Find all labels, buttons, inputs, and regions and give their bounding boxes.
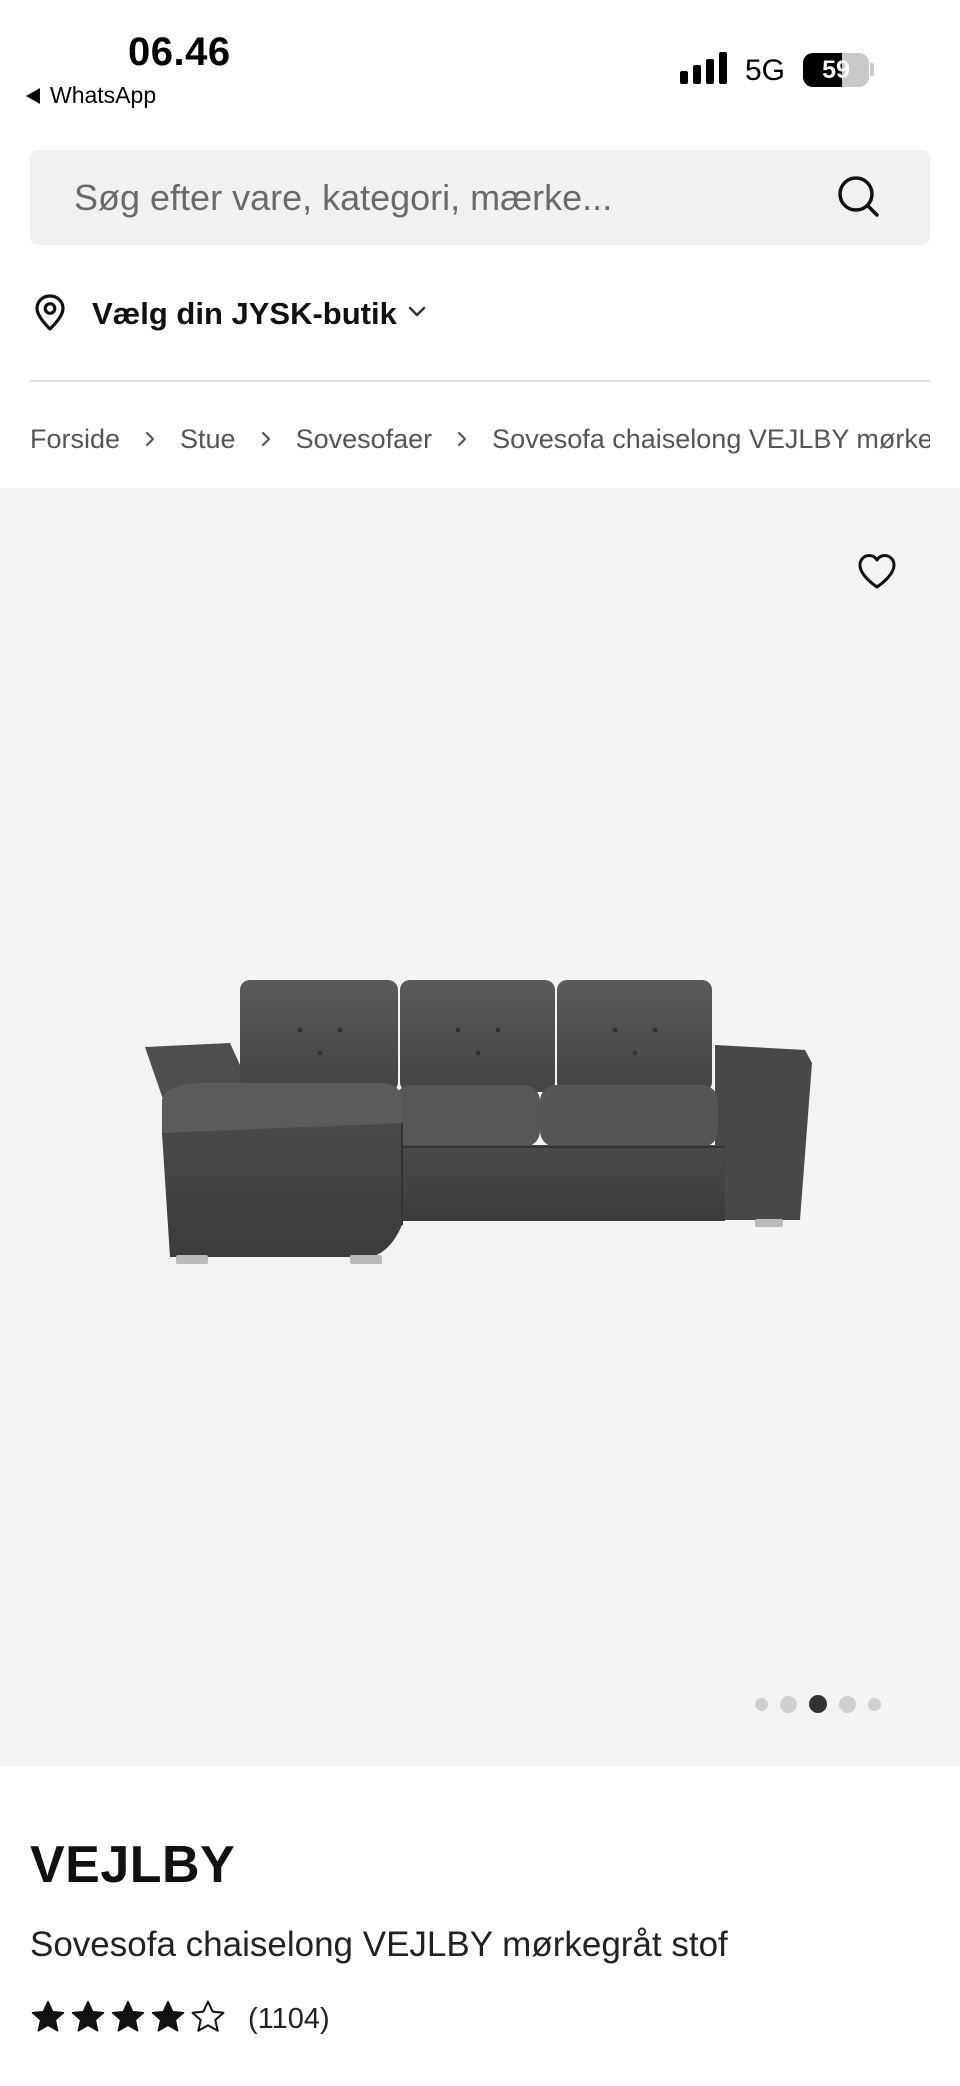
gallery-pagination bbox=[755, 1695, 881, 1713]
product-rating[interactable]: (1104) bbox=[30, 1996, 330, 2042]
status-time: 06.46 bbox=[128, 30, 231, 74]
star-filled-icon bbox=[30, 1999, 66, 2040]
chevron-down-icon bbox=[407, 305, 427, 324]
chevron-right-icon bbox=[456, 430, 468, 448]
search-bar bbox=[30, 150, 930, 245]
product-image-sofa bbox=[145, 980, 812, 1264]
heart-icon[interactable] bbox=[855, 550, 899, 594]
rating-stars bbox=[30, 1999, 226, 2040]
signal-strength-icon bbox=[680, 52, 727, 84]
product-brand: VEJLBY bbox=[30, 1836, 236, 1894]
battery-percent: 59 bbox=[822, 56, 850, 84]
chevron-right-icon bbox=[260, 430, 272, 448]
gallery-dot[interactable] bbox=[839, 1695, 856, 1713]
gallery-dot[interactable] bbox=[755, 1697, 768, 1711]
breadcrumb-item-current: Sovesofa chaiselong VEJLBY mørkegråt sto… bbox=[492, 423, 930, 454]
product-name: Sovesofa chaiselong VEJLBY mørkegråt sto… bbox=[30, 1925, 728, 1964]
back-app-label: WhatsApp bbox=[50, 82, 157, 108]
breadcrumb: Forside Stue Sovesofaer Sovesofa chaisel… bbox=[30, 416, 930, 462]
gallery-dot[interactable] bbox=[780, 1695, 797, 1713]
store-selector-label: Vælg din JYSK-butik bbox=[92, 296, 397, 331]
breadcrumb-item-stue[interactable]: Stue bbox=[180, 424, 236, 455]
star-empty-icon bbox=[190, 1999, 226, 2040]
status-bar: 06.46 WhatsApp 5G 59 bbox=[0, 0, 960, 130]
search-input[interactable] bbox=[74, 150, 794, 245]
location-pin-icon bbox=[30, 292, 70, 337]
star-filled-icon bbox=[110, 1999, 146, 2040]
battery-icon: 59 bbox=[803, 53, 869, 87]
chevron-right-icon bbox=[144, 430, 156, 448]
breadcrumb-item-forside[interactable]: Forside bbox=[30, 424, 120, 455]
breadcrumb-item-sovesofaer[interactable]: Sovesofaer bbox=[296, 424, 433, 455]
review-count[interactable]: (1104) bbox=[248, 2003, 330, 2036]
search-icon[interactable] bbox=[832, 170, 886, 224]
network-type: 5G bbox=[745, 54, 786, 87]
battery-tip bbox=[870, 63, 874, 76]
back-arrow-icon bbox=[26, 87, 40, 104]
back-to-app-link[interactable]: WhatsApp bbox=[26, 82, 156, 109]
star-filled-icon bbox=[150, 1999, 186, 2040]
gallery-dot-active[interactable] bbox=[809, 1695, 827, 1713]
store-selector[interactable]: Vælg din JYSK-butik bbox=[30, 290, 427, 338]
section-divider bbox=[30, 380, 930, 382]
star-filled-icon bbox=[70, 1999, 106, 2040]
gallery-dot[interactable] bbox=[868, 1697, 881, 1711]
